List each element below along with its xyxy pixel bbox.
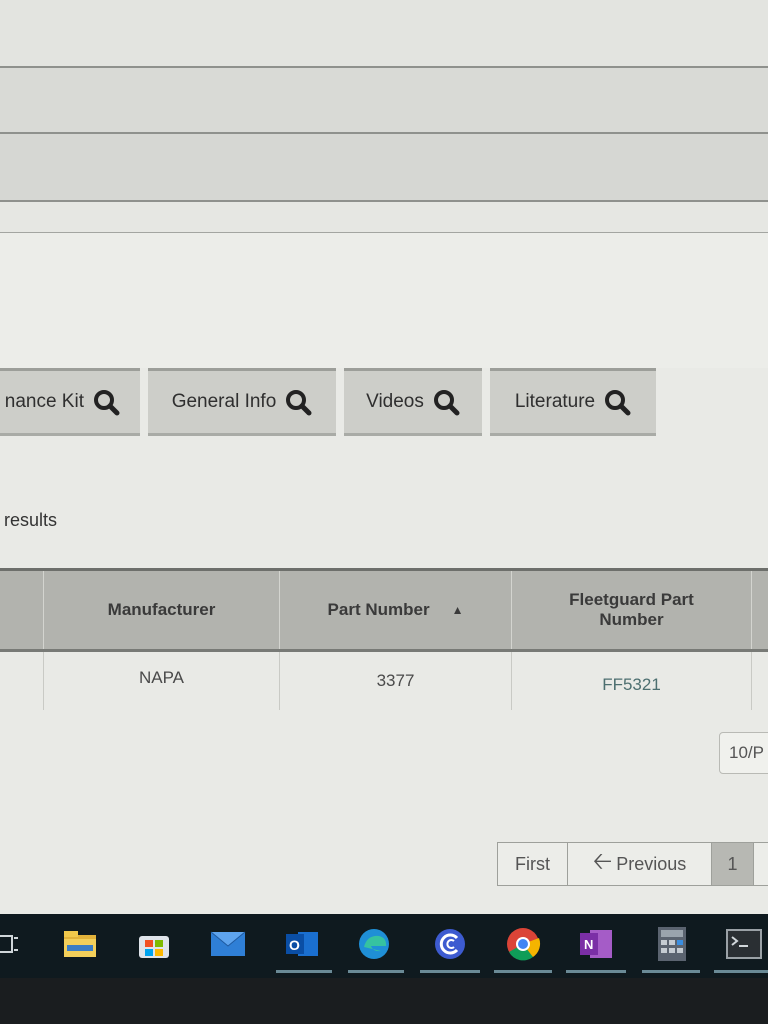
task-view-icon[interactable] xyxy=(0,926,26,962)
header-band-3 xyxy=(0,134,768,202)
header-label: Part Number xyxy=(327,600,430,619)
tab-maintenance-kit[interactable]: nance Kit xyxy=(0,368,140,436)
table-row: NAPA 3377 FF5321 xyxy=(0,652,768,710)
per-page-select[interactable]: 10/P xyxy=(719,732,768,774)
active-app-indicator xyxy=(714,970,768,973)
file-explorer-icon[interactable] xyxy=(62,926,98,962)
header-label: Fleetguard Part Number xyxy=(569,590,694,629)
calculator-icon[interactable] xyxy=(654,926,690,962)
results-count: results xyxy=(4,510,58,530)
app-icon[interactable] xyxy=(432,926,468,962)
header-band-1 xyxy=(0,0,768,68)
page-number-button[interactable]: 1 xyxy=(712,843,754,885)
header-band-4 xyxy=(0,202,768,233)
search-icon xyxy=(284,388,312,416)
tab-label: Videos xyxy=(366,391,424,412)
arrow-left-icon: 🡠 xyxy=(592,847,613,875)
previous-label: Previous xyxy=(616,853,687,874)
search-icon xyxy=(432,388,460,416)
cell-fleetguard-part-link[interactable]: FF5321 xyxy=(512,652,752,710)
tab-literature[interactable]: Literature xyxy=(490,368,656,436)
table-cell xyxy=(0,652,44,710)
column-header-extra xyxy=(752,571,768,649)
first-page-button[interactable]: First xyxy=(498,843,568,885)
column-header-fleetguard-part-number[interactable]: Fleetguard Part Number xyxy=(512,571,752,649)
outlook-icon[interactable]: O xyxy=(284,926,320,962)
tab-label: nance Kit xyxy=(4,391,84,412)
content-area xyxy=(0,233,768,368)
tab-general-info[interactable]: General Info xyxy=(148,368,336,436)
next-page-button-partial[interactable] xyxy=(754,843,768,885)
onenote-icon[interactable]: N xyxy=(578,926,614,962)
active-app-indicator xyxy=(494,970,552,973)
header-label: Manufacturer xyxy=(107,600,216,619)
active-app-indicator xyxy=(348,970,404,973)
svg-text:N: N xyxy=(584,937,593,952)
active-app-indicator xyxy=(566,970,626,973)
tab-label: Literature xyxy=(514,391,596,412)
active-app-indicator xyxy=(642,970,700,973)
column-header-blank xyxy=(0,571,44,649)
chrome-icon[interactable] xyxy=(505,926,541,962)
active-app-indicator xyxy=(276,970,332,973)
store-icon[interactable] xyxy=(136,926,172,962)
pagination: First 🡠 Previous 1 xyxy=(497,842,768,886)
table-cell xyxy=(752,652,768,710)
header-band-2 xyxy=(0,68,768,134)
search-icon xyxy=(92,388,120,416)
search-icon xyxy=(603,388,631,416)
table-header: Manufacturer Part Number ▲ Fleetguard Pa… xyxy=(0,568,768,652)
mail-icon[interactable] xyxy=(210,926,246,962)
sort-ascending-icon: ▲ xyxy=(451,603,464,617)
column-header-manufacturer[interactable]: Manufacturer xyxy=(44,571,280,649)
terminal-icon[interactable] xyxy=(726,926,762,962)
column-header-part-number[interactable]: Part Number ▲ xyxy=(280,571,512,649)
tab-label: General Info xyxy=(171,391,277,412)
tab-videos[interactable]: Videos xyxy=(344,368,482,436)
tab-bar: nance Kit General Info Videos Literature xyxy=(0,366,768,440)
cell-part-number: 3377 xyxy=(280,652,512,710)
cell-manufacturer: NAPA xyxy=(44,652,280,710)
edge-icon[interactable] xyxy=(356,926,392,962)
monitor-bezel xyxy=(0,978,768,1024)
taskbar: O N xyxy=(0,914,768,978)
active-app-indicator xyxy=(420,970,480,973)
previous-page-button[interactable]: 🡠 Previous xyxy=(568,843,712,885)
svg-text:O: O xyxy=(289,937,300,953)
